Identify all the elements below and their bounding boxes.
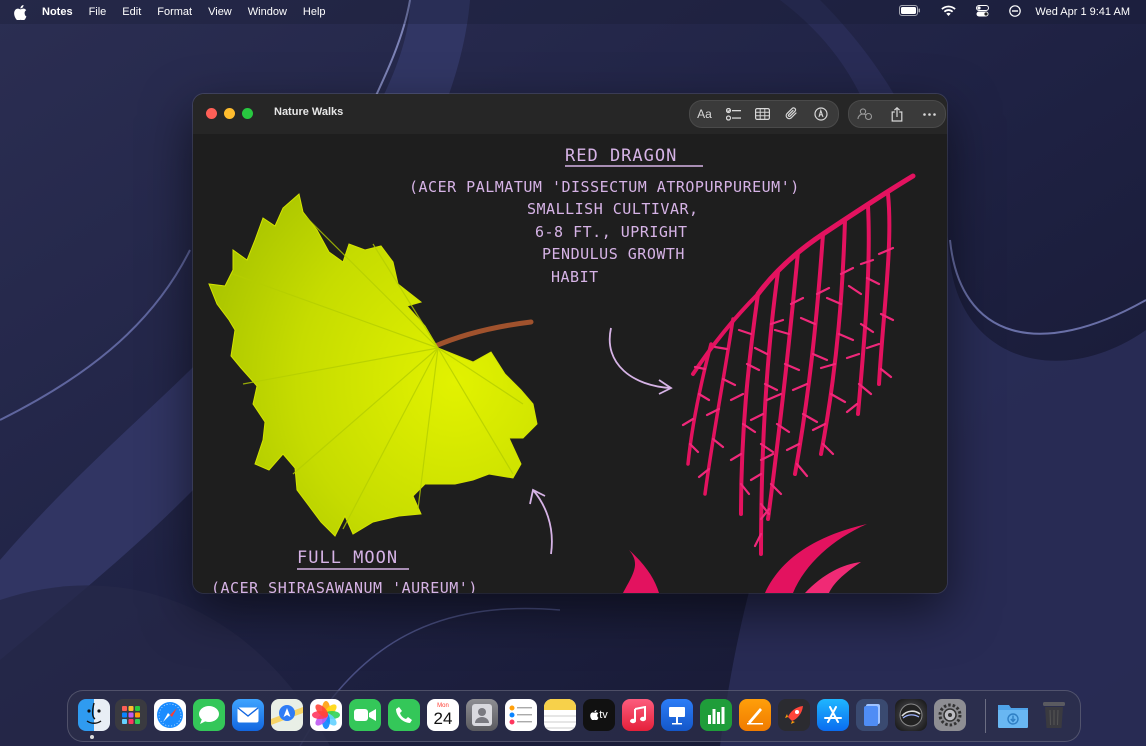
title-bar: Nature Walks Aa — [193, 94, 947, 134]
maps-icon[interactable] — [271, 699, 303, 731]
tv-label: tv — [599, 709, 608, 721]
app-store-icon[interactable] — [817, 699, 849, 731]
arrow-to-red-leaf — [608, 327, 672, 389]
downloads-folder-icon[interactable] — [997, 699, 1029, 731]
control-center-icon[interactable] — [976, 4, 990, 20]
collaborate-icon — [857, 108, 873, 121]
launchpad-icon[interactable] — [115, 699, 147, 731]
table-icon — [755, 108, 770, 120]
notes-icon[interactable] — [544, 699, 576, 731]
note-drawing-canvas[interactable]: RED DRAGON (ACER PALMATUM 'DISSECTUM ATR… — [193, 134, 947, 593]
menu-help[interactable]: Help — [303, 6, 326, 18]
battery-icon[interactable] — [899, 5, 921, 19]
red-dragon-line-4: PENDULUS GROWTH — [542, 245, 685, 263]
zoom-button[interactable] — [242, 108, 253, 119]
system-settings-icon[interactable] — [934, 699, 966, 731]
menu-file[interactable]: File — [89, 6, 107, 18]
full-moon-title: FULL MOON — [297, 548, 398, 568]
collaborate-button[interactable] — [849, 101, 881, 127]
checklist-button[interactable] — [719, 101, 748, 127]
full-moon-line-1: (ACER SHIRASAWANUM 'AUREUM') — [211, 579, 478, 593]
phone-icon[interactable] — [388, 699, 420, 731]
tv-icon[interactable]: tv — [583, 699, 615, 731]
menu-window[interactable]: Window — [248, 6, 287, 18]
menu-bar: Notes File Edit Format View Window Help … — [0, 0, 1146, 24]
wifi-icon[interactable] — [941, 5, 957, 19]
finder-icon[interactable] — [78, 699, 110, 731]
attachment-button[interactable] — [777, 101, 806, 127]
markup-button[interactable] — [806, 101, 835, 127]
focus-icon[interactable] — [1009, 4, 1022, 20]
dock-separator — [985, 699, 986, 733]
rocket-icon[interactable] — [778, 699, 810, 731]
red-dragon-title: RED DRAGON — [565, 146, 677, 166]
music-icon[interactable] — [622, 699, 654, 731]
red-dragon-line-5: HABIT — [551, 268, 599, 286]
red-dragon-leaf-image — [681, 173, 916, 556]
photos-icon[interactable] — [310, 699, 342, 731]
messages-icon[interactable] — [193, 699, 225, 731]
facetime-icon[interactable] — [349, 699, 381, 731]
menu-view[interactable]: View — [208, 6, 232, 18]
calendar-icon[interactable]: Mon 24 — [427, 699, 459, 731]
note-body[interactable]: RED DRAGON (ACER PALMATUM 'DISSECTUM ATR… — [193, 134, 947, 593]
finder-running-indicator — [90, 735, 94, 739]
more-ellipsis-icon — [922, 112, 936, 116]
apple-logo-icon[interactable] — [14, 4, 30, 20]
notes-window: Nature Walks Aa RED DRAGON (ACER PALMATU… — [193, 94, 947, 593]
red-dragon-line-3: 6-8 FT., UPRIGHT — [535, 223, 688, 241]
sharing-toolbar — [848, 100, 946, 128]
red-dragon-line-1: (ACER PALMATUM 'DISSECTUM ATROPURPUREUM'… — [409, 178, 800, 196]
formatting-toolbar: Aa — [689, 100, 839, 128]
numbers-icon[interactable] — [700, 699, 732, 731]
menu-format[interactable]: Format — [157, 6, 192, 18]
text-format-icon: Aa — [697, 107, 712, 121]
minimize-button[interactable] — [224, 108, 235, 119]
menu-app-name[interactable]: Notes — [42, 6, 73, 18]
safari-icon[interactable] — [154, 699, 186, 731]
close-button[interactable] — [206, 108, 217, 119]
keynote-icon[interactable] — [661, 699, 693, 731]
red-dragon-line-2: SMALLISH CULTIVAR, — [527, 200, 699, 218]
share-button[interactable] — [881, 101, 913, 127]
siri-icon[interactable] — [895, 699, 927, 731]
pages-icon[interactable] — [739, 699, 771, 731]
reminders-icon[interactable] — [505, 699, 537, 731]
paperclip-icon — [785, 107, 797, 120]
checklist-icon — [726, 107, 741, 121]
preview-icon[interactable] — [856, 699, 888, 731]
text-format-button[interactable]: Aa — [690, 101, 719, 127]
share-icon — [891, 106, 903, 122]
calendar-day: 24 — [433, 709, 453, 728]
window-title: Nature Walks — [274, 106, 344, 118]
mail-icon[interactable] — [232, 699, 264, 731]
table-button[interactable] — [748, 101, 777, 127]
full-moon-leaf-image — [208, 193, 538, 537]
red-leaf-bottom-image — [623, 524, 867, 593]
menu-clock[interactable]: Wed Apr 1 9:41 AM — [1035, 6, 1130, 18]
menu-edit[interactable]: Edit — [122, 6, 141, 18]
more-button[interactable] — [913, 101, 945, 127]
trash-icon[interactable] — [1038, 699, 1070, 731]
markup-pen-icon — [813, 107, 828, 121]
arrow-to-yellow-leaf — [532, 489, 553, 555]
contacts-icon[interactable] — [466, 699, 498, 731]
dock: Mon 24 tv — [67, 690, 1081, 742]
